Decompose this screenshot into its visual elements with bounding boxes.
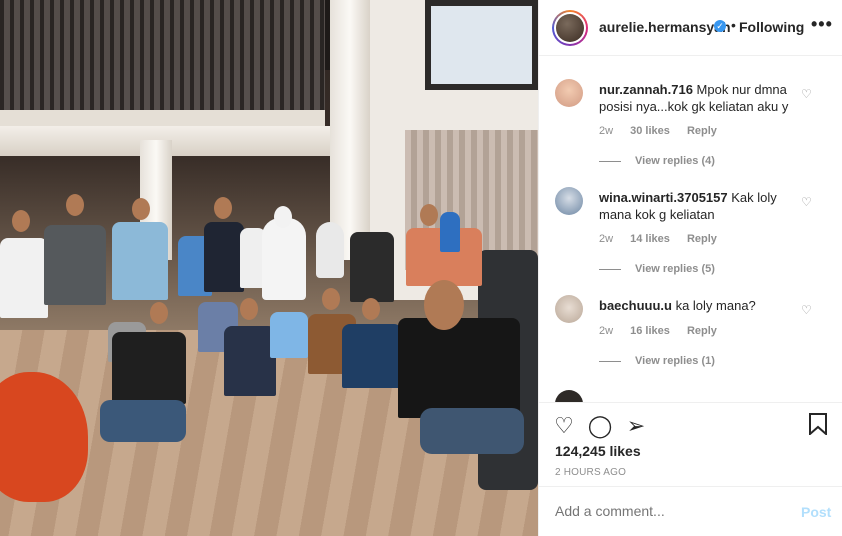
photo-person [270,312,308,358]
comment-time: 2w [599,325,614,337]
photo-person-head [132,198,150,220]
view-replies-button[interactable]: View replies (1) [599,355,715,367]
photo-person [342,324,402,388]
following-button[interactable]: Following [739,19,804,35]
view-replies-button[interactable]: View replies (4) [599,155,715,167]
photo-person [44,225,106,305]
comment-meta: 2w 30 likes Reply [599,125,731,137]
post-timestamp: 2 HOURS AGO [555,467,627,478]
author-username[interactable]: aurelie.hermansyah [599,19,731,35]
commenter-username[interactable]: baechuuu.u [599,298,672,313]
commenter-avatar[interactable] [555,187,583,215]
comment-reply-button[interactable]: Reply [687,233,717,245]
avatar-border [554,12,586,44]
comments-list[interactable]: nur.zannah.716 Mpok nur dmna posisi nya.… [539,57,842,402]
verified-badge-icon: ✓ [714,20,726,32]
photo-person-head [274,206,292,228]
comment-likes[interactable]: 14 likes [630,233,670,245]
add-comment-bar: Post [539,486,842,536]
comment-meta: 2w 14 likes Reply [599,233,731,245]
comment-reply-button[interactable]: Reply [687,125,717,137]
likes-count[interactable]: 124,245 likes [555,443,641,459]
comment-reply-button[interactable]: Reply [687,325,717,337]
paper-plane-icon[interactable]: ➢ [623,413,649,439]
commenter-avatar[interactable] [555,295,583,323]
more-options-icon[interactable]: ••• [811,14,833,35]
author-avatar[interactable] [552,10,588,46]
comment-time: 2w [599,125,614,137]
commenter-avatar[interactable] [555,79,583,107]
photo-person [112,332,186,404]
comment-text-block: nur.zannah.716 Mpok nur dmna posisi nya.… [599,81,794,115]
photo-person [0,238,48,318]
post-header: aurelie.hermansyah ✓ • Following ••• [539,0,842,56]
photo-person [440,212,460,252]
commenter-username[interactable]: nur.zannah.716 [599,82,693,97]
photo-person [398,318,520,418]
comment-like-heart-icon[interactable]: ♡ [801,195,813,209]
photo-window [425,0,538,90]
photo-balcony [0,0,325,120]
comment-likes[interactable]: 16 likes [630,325,670,337]
post-photo[interactable] [0,0,538,536]
comment-text-block: wina.winarti.3705157 Kak loly mana kok g… [599,189,794,223]
photo-person-jeans [100,400,186,442]
photo-person-head [214,197,232,219]
avatar-image [556,14,584,42]
replies-line [599,360,621,362]
photo-person-ppe [262,218,306,300]
photo-person-head [240,298,258,320]
view-replies-button[interactable]: View replies (5) [599,263,715,275]
photo-person [112,222,168,300]
replies-line [599,268,621,270]
commenter-avatar[interactable] [555,390,583,402]
photo-person-head [150,302,168,324]
comment-input[interactable] [555,503,785,519]
replies-line [599,160,621,162]
photo-person [204,222,244,292]
photo-person-head [362,298,380,320]
comment-time: 2w [599,233,614,245]
comment-icon[interactable]: ◯ [587,413,613,439]
header-separator: • [731,17,736,33]
bookmark-svg [809,413,827,437]
photo-balcony-rail [0,110,325,126]
photo-person-head [420,204,438,226]
post-side-panel: aurelie.hermansyah ✓ • Following ••• nur… [538,0,842,536]
comment-meta: 2w 16 likes Reply [599,325,731,337]
commenter-username[interactable]: wina.winarti.3705157 [599,190,728,205]
photo-person-shorts [420,408,524,454]
photo-person-head [424,280,464,330]
post-comment-button[interactable]: Post [801,504,831,520]
view-replies-label: View replies (1) [635,355,715,367]
comment-text-block: baechuuu.u ka loly mana? [599,297,794,314]
comment-likes[interactable]: 30 likes [630,125,670,137]
photo-person-ppe [316,222,344,278]
view-replies-label: View replies (5) [635,263,715,275]
comment-like-heart-icon[interactable]: ♡ [801,87,813,101]
post-actions: ♡ ◯ ➢ 124,245 likes 2 HOURS AGO [539,402,842,486]
photo-person [350,232,394,302]
photo-pillar [330,0,370,260]
view-replies-label: View replies (4) [635,155,715,167]
photo-person [224,326,276,396]
photo-person-head [322,288,340,310]
photo-person-head [66,194,84,216]
comment-body: ka loly mana? [675,298,756,313]
bookmark-icon[interactable] [805,413,831,439]
comment-like-heart-icon[interactable]: ♡ [801,303,813,317]
photo-person-head [12,210,30,232]
heart-icon[interactable]: ♡ [551,413,577,439]
